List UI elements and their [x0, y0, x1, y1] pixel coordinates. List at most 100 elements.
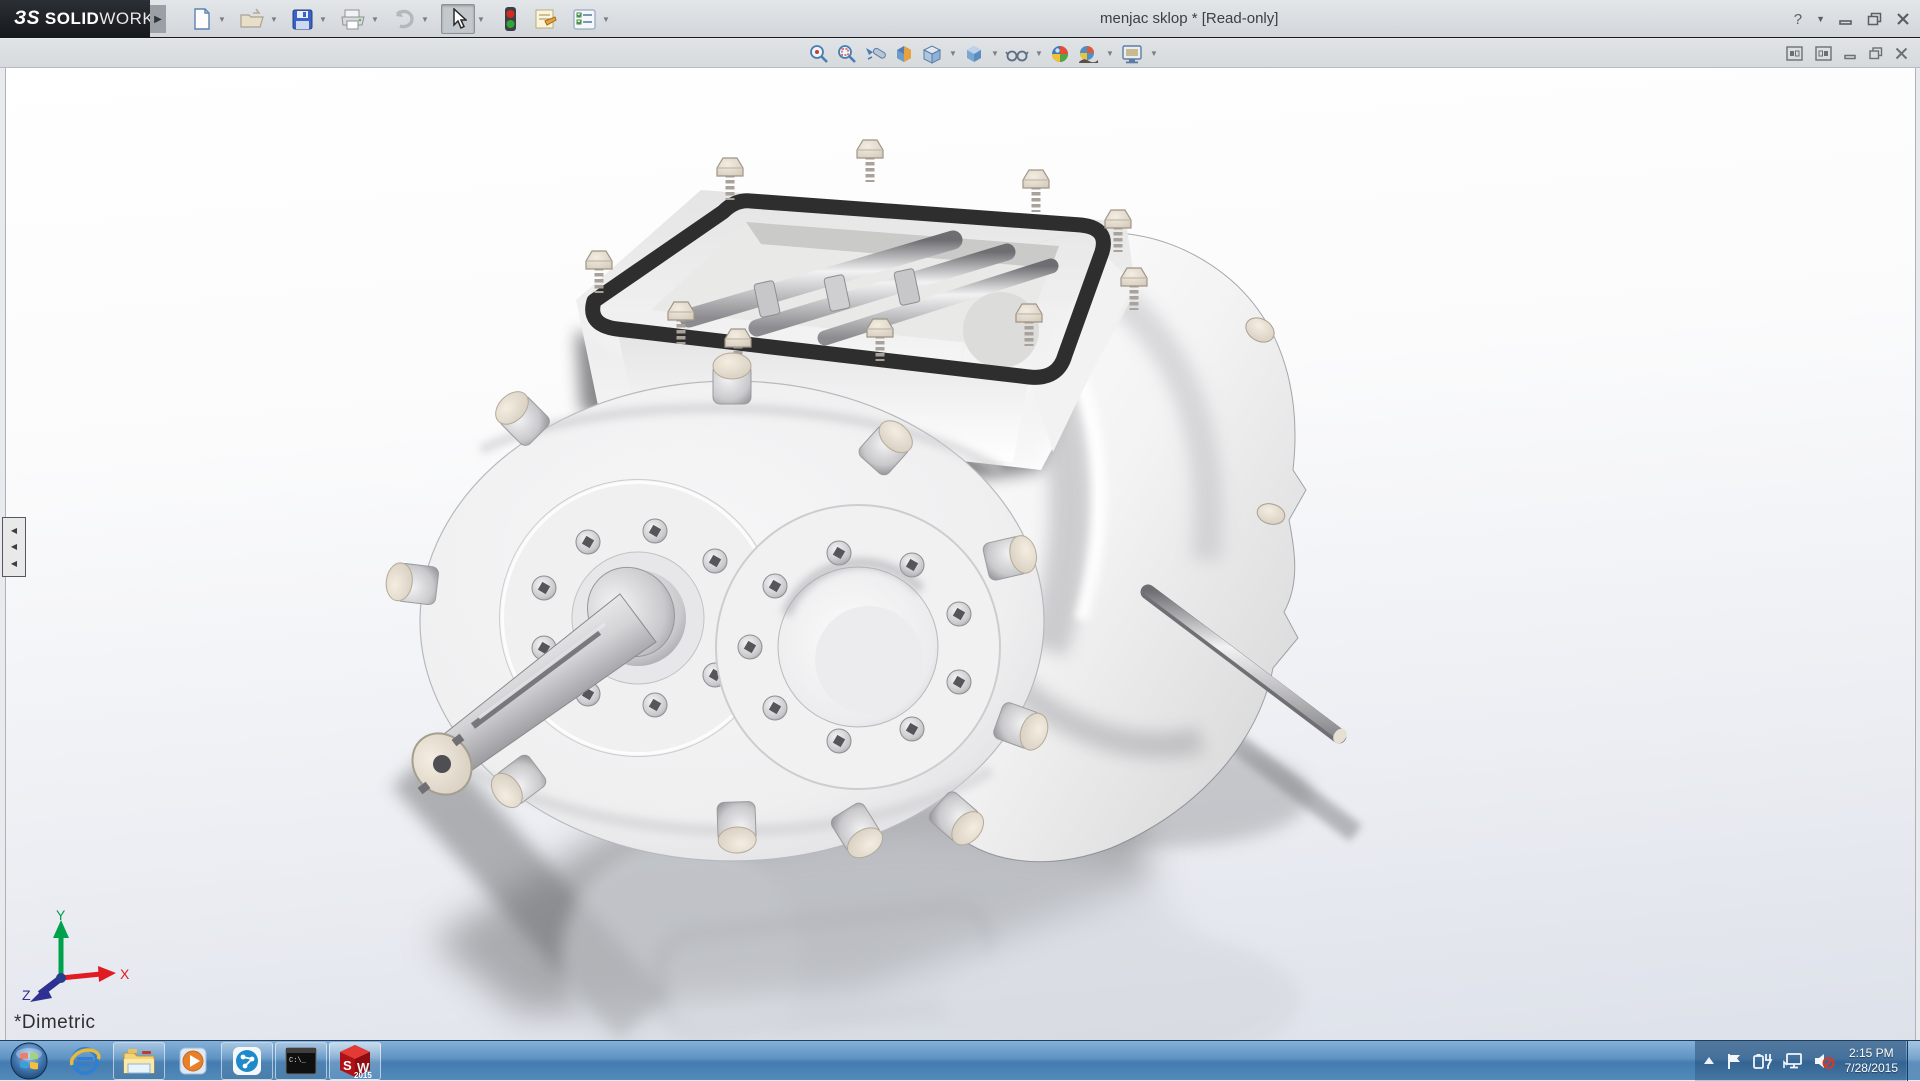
title-bar: ЗSSOLIDWORKS ▶ ▼ ▼ ▼ [0, 0, 1920, 38]
zoom-to-area-icon [836, 43, 858, 65]
save-dropdown[interactable]: ▼ [317, 4, 329, 34]
triad-y-label: Y [56, 908, 66, 923]
open-button[interactable] [236, 4, 268, 34]
start-button[interactable] [1, 1042, 57, 1080]
media-player-icon [177, 1045, 209, 1077]
view-orientation-button[interactable] [919, 41, 945, 67]
chevron-up-icon [1703, 1056, 1715, 1066]
collapse-right-pane-button[interactable] [1815, 46, 1832, 61]
taskbar-command-prompt[interactable]: C:\_ [275, 1042, 327, 1080]
taskbar-windows-explorer[interactable] [113, 1042, 165, 1080]
triad-x-label: X [120, 966, 130, 982]
system-tray: 2:15 PM 7/28/2015 [1695, 1041, 1906, 1081]
show-hidden-icons-button[interactable] [1703, 1056, 1715, 1066]
zoom-to-fit-icon [808, 43, 830, 65]
battery-plug-icon [1753, 1052, 1773, 1070]
standard-toolbar: ▼ ▼ ▼ ▼ [188, 0, 612, 38]
edit-appearance-icon [1049, 43, 1071, 65]
network-icon[interactable] [1783, 1052, 1803, 1070]
show-desktop-button[interactable] [1907, 1041, 1920, 1081]
solidworks-logo: ЗSSOLIDWORKS [0, 0, 150, 38]
collapse-arrow-icon: ◀ [11, 527, 17, 535]
document-window-controls [1786, 40, 1908, 67]
taskbar-clock[interactable]: 2:15 PM 7/28/2015 [1845, 1046, 1898, 1076]
collapse-arrow-icon: ◀ [11, 543, 17, 551]
solidworks-2015-icon: S W 2015 [337, 1043, 373, 1079]
zoom-to-area-button[interactable] [834, 41, 860, 67]
hide-show-items-dropdown[interactable]: ▼ [1033, 39, 1045, 69]
select-dropdown[interactable]: ▼ [475, 4, 487, 34]
view-orientation-label: *Dimetric [14, 1012, 96, 1034]
new-document-icon [191, 7, 213, 31]
rebuild-button[interactable] [501, 4, 520, 34]
gearbox-3d-model[interactable] [6, 68, 1917, 1040]
feature-manager-splitter-tab[interactable]: ◀ ◀ ◀ [2, 517, 26, 577]
undo-button[interactable] [389, 4, 419, 34]
zoom-to-fit-button[interactable] [806, 41, 832, 67]
select-tool-button[interactable] [441, 4, 475, 34]
action-center-icon[interactable] [1725, 1052, 1743, 1070]
doc-minimize-button[interactable] [1844, 47, 1857, 60]
display-style-button[interactable] [961, 41, 987, 67]
taskbar-internet-explorer[interactable] [59, 1042, 111, 1080]
network-monitor-icon [1783, 1052, 1803, 1070]
volume-muted-icon[interactable] [1813, 1052, 1835, 1070]
file-properties-icon [533, 7, 558, 31]
taskbar-media-player[interactable] [167, 1042, 219, 1080]
options-button[interactable] [569, 4, 600, 34]
close-icon [1896, 12, 1910, 26]
triad-z-label: Z [22, 987, 31, 1003]
internet-explorer-icon [68, 1044, 102, 1078]
collapse-arrow-icon: ◀ [11, 560, 17, 568]
options-dropdown[interactable]: ▼ [600, 4, 612, 34]
close-button[interactable] [1896, 12, 1910, 26]
view-orientation-icon [921, 43, 943, 65]
previous-view-button[interactable] [862, 41, 889, 67]
save-icon [291, 8, 314, 31]
save-button[interactable] [288, 4, 317, 34]
options-icon [572, 8, 597, 31]
view-orientation-dropdown[interactable]: ▼ [947, 39, 959, 69]
doc-restore-button[interactable] [1869, 47, 1883, 60]
new-document-button[interactable] [188, 4, 216, 34]
section-view-button[interactable] [891, 41, 917, 67]
window-controls: ? ▼ [1794, 0, 1910, 38]
view-settings-icon [1120, 43, 1144, 65]
orientation-triad: Y X Z [16, 908, 136, 1008]
undo-dropdown[interactable]: ▼ [419, 4, 431, 34]
display-style-dropdown[interactable]: ▼ [989, 39, 1001, 69]
print-dropdown[interactable]: ▼ [369, 4, 381, 34]
hide-show-items-button[interactable] [1003, 41, 1031, 67]
taskbar-solidworks[interactable]: S W 2015 [329, 1042, 381, 1080]
previous-view-icon [864, 43, 887, 65]
clock-date: 7/28/2015 [1845, 1061, 1898, 1076]
help-button[interactable]: ? [1794, 11, 1802, 28]
open-dropdown[interactable]: ▼ [268, 4, 280, 34]
heads-up-view-toolbar: ▼ ▼ ▼ [806, 40, 1160, 67]
sw-year: 2015 [354, 1071, 372, 1079]
doc-close-button[interactable] [1895, 47, 1908, 60]
edit-appearance-button[interactable] [1047, 41, 1073, 67]
file-properties-button[interactable] [530, 4, 561, 34]
print-button[interactable] [337, 4, 369, 34]
new-dropdown[interactable]: ▼ [216, 4, 228, 34]
share-app-icon [231, 1045, 263, 1077]
apply-scene-button[interactable] [1075, 41, 1102, 67]
apply-scene-icon [1077, 43, 1100, 65]
menu-flyout-arrow[interactable]: ▶ [150, 5, 166, 33]
windows-start-orb-icon [10, 1042, 48, 1080]
select-cursor-icon [449, 8, 467, 30]
power-plug-icon[interactable] [1753, 1052, 1773, 1070]
view-settings-button[interactable] [1118, 41, 1146, 67]
folder-icon [122, 1046, 156, 1076]
minimize-button[interactable] [1839, 12, 1853, 26]
restore-button[interactable] [1867, 12, 1882, 26]
apply-scene-dropdown[interactable]: ▼ [1104, 39, 1116, 69]
graphics-area[interactable]: ◀ ◀ ◀ Y X Z *Dimetric [5, 68, 1916, 1040]
help-dropdown[interactable]: ▼ [1816, 14, 1825, 24]
rebuild-traffic-light-icon [504, 6, 517, 32]
view-settings-dropdown[interactable]: ▼ [1148, 39, 1160, 69]
collapse-left-pane-button[interactable] [1786, 46, 1803, 61]
taskbar-share-app[interactable] [221, 1042, 273, 1080]
section-view-icon [893, 43, 915, 65]
